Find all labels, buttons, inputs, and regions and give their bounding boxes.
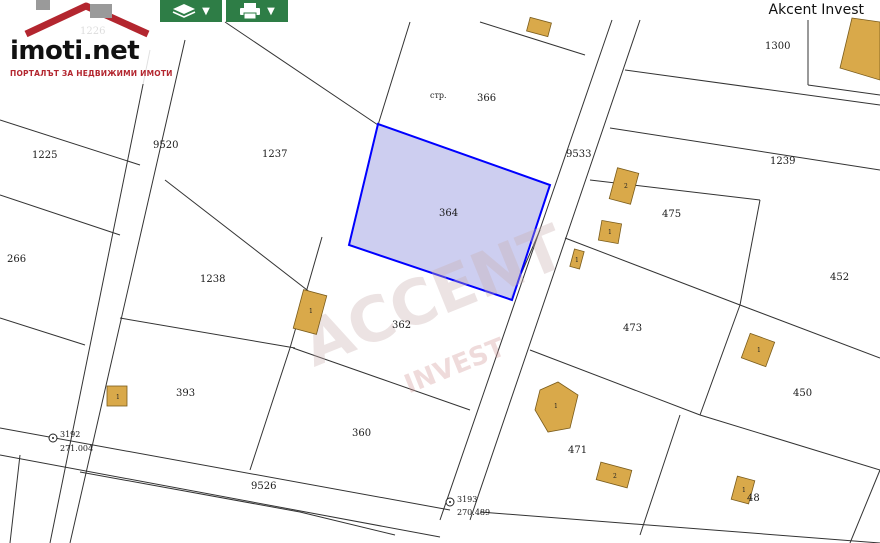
- svg-text:1: 1: [116, 394, 120, 401]
- parcel-label: 362: [392, 320, 411, 331]
- svg-text:1: 1: [309, 308, 313, 315]
- caret-down-icon: ▼: [202, 5, 210, 17]
- watermark-sub: INVEST: [400, 333, 510, 401]
- svg-text:271.004: 271.004: [60, 444, 93, 453]
- svg-text:1: 1: [575, 257, 579, 264]
- parcel-label: 9526: [251, 481, 276, 492]
- house-roof-icon: [24, 0, 150, 38]
- logo-wordmark: imoti.net: [10, 36, 140, 66]
- layers-button[interactable]: ▼: [160, 0, 222, 22]
- parcel-label: 1239: [770, 156, 795, 167]
- parcel-label: 1238: [200, 274, 225, 285]
- parcel-label: 452: [830, 272, 849, 283]
- parcel-label: 364: [439, 208, 458, 219]
- parcel-label: 266: [7, 254, 26, 265]
- parcel-label: 366: [477, 93, 496, 104]
- parcel-label: 471: [568, 445, 587, 456]
- print-button[interactable]: ▼: [226, 0, 288, 22]
- printer-icon: [240, 3, 261, 19]
- building: [526, 16, 552, 38]
- svg-text:3193: 3193: [457, 495, 477, 504]
- parcel-label: 473: [623, 323, 642, 334]
- parcel-label: 1225: [32, 150, 57, 161]
- parcel-label: 48: [747, 493, 760, 504]
- logo-tagline: ПОРТАЛЪТ ЗА НЕДВИЖИМИ ИМОТИ: [10, 69, 173, 78]
- survey-points: 3192 271.004 3193 270.489: [48, 430, 490, 517]
- parcel-label: 475: [662, 209, 681, 220]
- building: [839, 17, 880, 81]
- svg-text:270.489: 270.489: [457, 508, 490, 517]
- svg-text:1: 1: [742, 487, 746, 494]
- parcel-label: 9520: [153, 140, 178, 151]
- svg-text:1: 1: [757, 347, 761, 354]
- svg-text:2: 2: [624, 183, 628, 190]
- parcel-label: 360: [352, 428, 371, 439]
- svg-text:3192: 3192: [60, 430, 80, 439]
- brand-name: Akcent Invest: [768, 2, 865, 18]
- svg-text:1: 1: [608, 229, 612, 236]
- parcel-label: 393: [176, 388, 195, 399]
- caret-down-icon: ▼: [267, 5, 275, 17]
- parcel-label: 9533: [566, 149, 591, 160]
- svg-text:1: 1: [554, 403, 558, 410]
- svg-text:2: 2: [613, 473, 617, 480]
- imoti-logo[interactable]: imoti.net ПОРТАЛЪТ ЗА НЕДВИЖИМИ ИМОТИ: [6, 0, 172, 84]
- parcel-label: 1300: [765, 41, 790, 52]
- layers-icon: [172, 4, 196, 18]
- parcel-label: стр.: [430, 91, 447, 100]
- parcel-label: 450: [793, 388, 812, 399]
- parcel-label: 1237: [262, 149, 287, 160]
